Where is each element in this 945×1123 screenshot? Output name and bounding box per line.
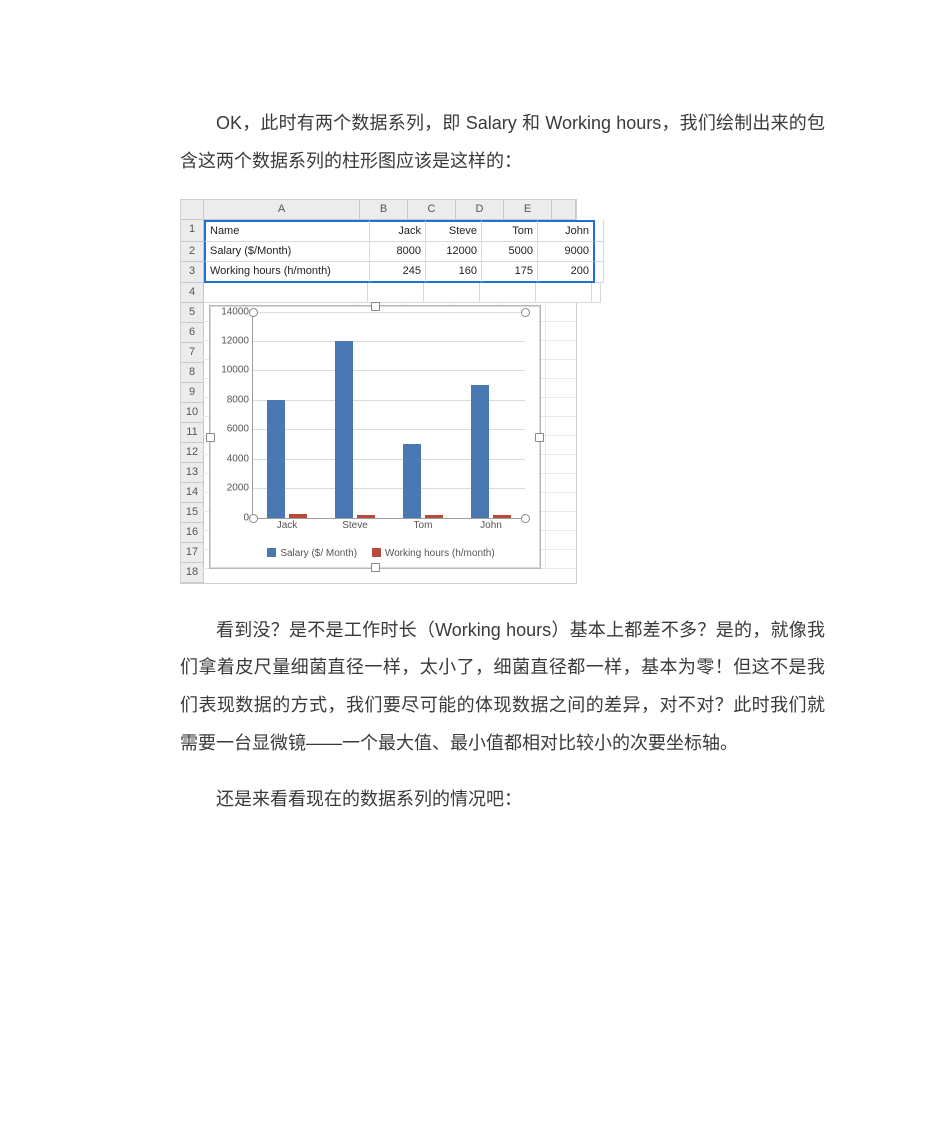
chart-bar[interactable] xyxy=(403,444,421,518)
cell-blank[interactable] xyxy=(595,262,604,283)
chart-plot-area[interactable]: 02000400060008000100001200014000JackStev… xyxy=(252,312,525,519)
cell-blank[interactable] xyxy=(204,283,368,303)
row-header-3[interactable]: 3 xyxy=(181,262,204,283)
legend-swatch-2-icon xyxy=(372,548,381,557)
cell-A2[interactable]: Salary ($/Month) xyxy=(204,242,370,262)
legend-label-2: Working hours (h/month) xyxy=(385,548,495,559)
cell-blank[interactable] xyxy=(595,220,604,242)
table-row: 2 Salary ($/Month) 8000 12000 5000 9000 xyxy=(181,242,576,262)
col-header-E[interactable]: E xyxy=(504,200,552,220)
chart-x-tick-label: John xyxy=(461,515,521,536)
cell-blank[interactable] xyxy=(368,283,424,303)
chart-x-tick-label: Steve xyxy=(325,515,385,536)
spreadsheet: A B C D E 1 Name Jack Steve Tom John 2 S… xyxy=(180,199,577,584)
cell-D2[interactable]: 5000 xyxy=(482,242,538,262)
cell-blank[interactable] xyxy=(592,283,601,303)
chart-y-tick-label: 6000 xyxy=(199,419,249,440)
cell-B3[interactable]: 245 xyxy=(370,262,426,283)
cell-blank[interactable] xyxy=(595,242,604,262)
chart-y-tick-label: 4000 xyxy=(199,448,249,469)
document-page: OK，此时有两个数据系列，即 Salary 和 Working hours，我们… xyxy=(0,0,945,1123)
col-header-B[interactable]: B xyxy=(360,200,408,220)
chart-bar[interactable] xyxy=(335,341,353,518)
row-header-2[interactable]: 2 xyxy=(181,242,204,262)
cell-E3[interactable]: 200 xyxy=(538,262,595,283)
plot-selection-handle-icon[interactable] xyxy=(521,308,530,317)
col-header-C[interactable]: C xyxy=(408,200,456,220)
col-header-D[interactable]: D xyxy=(456,200,504,220)
chart-canvas-zone[interactable]: 02000400060008000100001200014000JackStev… xyxy=(203,303,576,569)
cell-blank[interactable] xyxy=(424,283,480,303)
chart-gridline xyxy=(253,370,525,371)
cell-E1[interactable]: John xyxy=(538,220,595,242)
col-header-A[interactable]: A xyxy=(204,200,360,220)
chart-bar[interactable] xyxy=(267,400,285,518)
table-row: 3 Working hours (h/month) 245 160 175 20… xyxy=(181,262,576,283)
cell-A3[interactable]: Working hours (h/month) xyxy=(204,262,370,283)
legend-label-1: Salary ($/ Month) xyxy=(280,548,357,559)
chart-bar[interactable] xyxy=(471,385,489,517)
chart-gridline xyxy=(253,341,525,342)
select-all-corner[interactable] xyxy=(181,200,204,220)
chart-y-tick-label: 12000 xyxy=(199,331,249,352)
column-header-row: A B C D E xyxy=(181,200,576,220)
paragraph-3: 还是来看看现在的数据系列的情况吧： xyxy=(180,781,825,819)
plot-selection-handle-icon[interactable] xyxy=(521,514,530,523)
col-header-extra xyxy=(552,200,576,220)
cell-C3[interactable]: 160 xyxy=(426,262,482,283)
table-row: 1 Name Jack Steve Tom John xyxy=(181,220,576,242)
chart-y-tick-label: 8000 xyxy=(199,389,249,410)
chart-x-tick-label: Tom xyxy=(393,515,453,536)
chart-x-tick-label: Jack xyxy=(257,515,317,536)
resize-handle-n-icon[interactable] xyxy=(371,302,380,311)
cell-blank[interactable] xyxy=(480,283,536,303)
row-header-17[interactable]: 17 xyxy=(181,543,204,563)
cell-E2[interactable]: 9000 xyxy=(538,242,595,262)
resize-handle-s-icon[interactable] xyxy=(371,563,380,572)
chart-y-tick-label: 0 xyxy=(199,507,249,528)
cell-C2[interactable]: 12000 xyxy=(426,242,482,262)
chart-row-zone: 5 6 7 8 9 10 11 12 13 14 15 16 17 18 xyxy=(181,303,576,583)
cell-B2[interactable]: 8000 xyxy=(370,242,426,262)
cell-C1[interactable]: Steve xyxy=(426,220,482,242)
resize-handle-e-icon[interactable] xyxy=(535,433,544,442)
cell-A1[interactable]: Name xyxy=(204,220,370,242)
plot-selection-handle-icon[interactable] xyxy=(249,308,258,317)
cell-D1[interactable]: Tom xyxy=(482,220,538,242)
chart-gridline xyxy=(253,312,525,313)
cell-D3[interactable]: 175 xyxy=(482,262,538,283)
legend-swatch-1-icon xyxy=(267,548,276,557)
row-header-4[interactable]: 4 xyxy=(181,283,204,303)
paragraph-1: OK，此时有两个数据系列，即 Salary 和 Working hours，我们… xyxy=(180,105,825,181)
row-header-18[interactable]: 18 xyxy=(181,563,204,583)
cell-B1[interactable]: Jack xyxy=(370,220,426,242)
excel-screenshot: A B C D E 1 Name Jack Steve Tom John 2 S… xyxy=(180,199,825,584)
plot-selection-handle-icon[interactable] xyxy=(249,514,258,523)
chart-legend[interactable]: Salary ($/ Month) Working hours (h/month… xyxy=(210,543,540,564)
cell-blank[interactable] xyxy=(536,283,592,303)
chart-y-tick-label: 10000 xyxy=(199,360,249,381)
chart-y-tick-label: 14000 xyxy=(199,301,249,322)
embedded-chart[interactable]: 02000400060008000100001200014000JackStev… xyxy=(209,305,541,569)
paragraph-2: 看到没？是不是工作时长（Working hours）基本上都差不多？是的，就像我… xyxy=(180,612,825,763)
chart-y-tick-label: 2000 xyxy=(199,478,249,499)
row-header-1[interactable]: 1 xyxy=(181,220,204,242)
table-row: 4 xyxy=(181,283,576,303)
